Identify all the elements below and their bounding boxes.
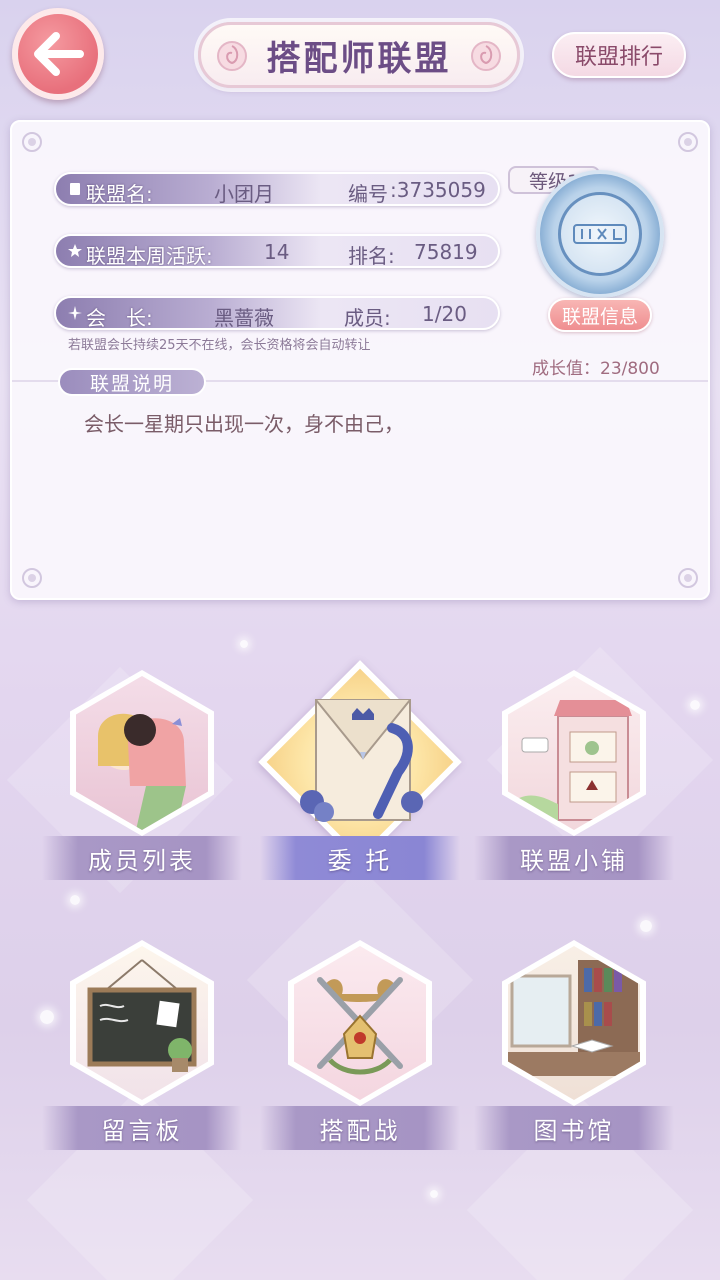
weekly-activity-label: 联盟本周活跃: (86, 244, 213, 268)
commission-button[interactable] (258, 660, 462, 864)
alliance-shop-button[interactable]: 联盟小铺 (474, 670, 674, 910)
growth-label: 成长值： (532, 359, 600, 379)
ranking-label: 排名: (348, 244, 395, 268)
blackboard-icon (76, 946, 208, 1100)
styling-battle-label: 搭配战 (260, 1106, 460, 1150)
members-value: 1/20 (422, 302, 467, 326)
commission-letter-icon (300, 699, 423, 822)
alliance-name-value: 小团月 (214, 182, 274, 206)
rose-ornament-icon (471, 41, 501, 71)
leader-transfer-notice: 若联盟会长持续25天不在线，会长资格将会自动转让 (68, 338, 371, 353)
page-title: 搭配师联盟 (266, 38, 452, 79)
alliance-activity-row: 联盟本周活跃: 14 排名: 75819 (54, 234, 500, 268)
ranking-value: 75819 (414, 240, 478, 264)
shop-hex (502, 670, 646, 836)
growth-number: 23/800 (600, 359, 660, 379)
battle-hex (288, 940, 432, 1106)
alliance-description: 会长一星期只出现一次，身不由己， (84, 412, 404, 436)
members-list-button[interactable]: 成员列表 (42, 670, 242, 910)
weekly-activity-value: 14 (264, 240, 290, 264)
emblem-mark-icon (573, 224, 627, 244)
members-hex (70, 670, 214, 836)
library-hex (502, 940, 646, 1106)
alliance-leader-row: 会 长: 黑蔷薇 成员: 1/20 (54, 296, 500, 330)
floral-corner-icon (22, 568, 42, 588)
book-icon (70, 183, 80, 195)
commission-label: 委 托 (260, 836, 460, 880)
alliance-ranking-button[interactable]: 联盟排行 (552, 32, 686, 78)
title-plate: 搭配师联盟 (198, 22, 520, 88)
sparkle (430, 1190, 438, 1198)
emblem-logo-icon (558, 192, 642, 276)
alliance-emblem[interactable] (536, 170, 664, 298)
message-board-label: 留言板 (42, 1106, 242, 1150)
library-button[interactable]: 图书馆 (474, 940, 674, 1180)
alliance-info-panel: 联盟名: 小团月 编号 :3735059 联盟本周活跃: 14 排名: 7581… (10, 120, 710, 600)
crossed-swords-icon (294, 946, 426, 1100)
alliance-shop-label: 联盟小铺 (474, 836, 674, 880)
floral-corner-icon (678, 568, 698, 588)
styling-battle-button[interactable]: 搭配战 (260, 940, 460, 1180)
library-icon (508, 946, 640, 1100)
members-list-label: 成员列表 (42, 836, 242, 880)
arrow-left-icon (34, 32, 84, 76)
rose-ornament-icon (217, 41, 247, 71)
floral-corner-icon (678, 132, 698, 152)
floral-corner-icon (22, 132, 42, 152)
sparkle (640, 920, 652, 932)
sparkle (240, 640, 248, 648)
sparkle-icon (68, 306, 82, 320)
back-button[interactable] (12, 8, 104, 100)
alliance-info-button[interactable]: 联盟信息 (548, 298, 652, 332)
library-label: 图书馆 (474, 1106, 674, 1150)
description-tag: 联盟说明 (58, 368, 206, 396)
leader-label: 会 长: (86, 306, 153, 330)
shop-icon (508, 676, 640, 830)
star-icon (68, 244, 82, 257)
alliance-name-row: 联盟名: 小团月 编号 :3735059 (54, 172, 500, 206)
members-label: 成员: (344, 306, 391, 330)
leader-value: 黑蔷薇 (214, 306, 274, 330)
board-hex (70, 940, 214, 1106)
alliance-id-label: 编号 (348, 182, 388, 206)
members-icon (76, 676, 208, 830)
message-board-button[interactable]: 留言板 (42, 940, 242, 1180)
sparkle (690, 700, 700, 710)
alliance-name-label: 联盟名: (86, 182, 153, 206)
alliance-id-value: :3735059 (390, 178, 486, 202)
growth-value: 成长值：23/800 (532, 354, 660, 379)
